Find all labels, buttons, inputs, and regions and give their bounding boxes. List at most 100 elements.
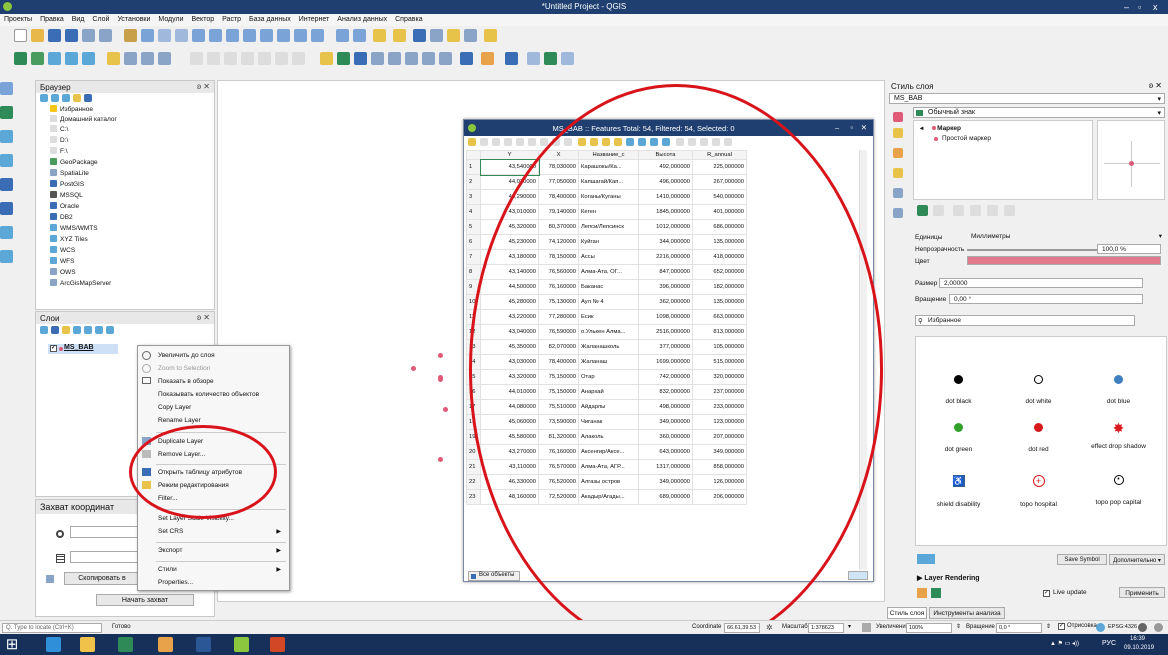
identify-icon[interactable] [336, 29, 349, 42]
save-as-icon[interactable] [65, 29, 78, 42]
layer-rendering-section[interactable]: ▶ Layer Rendering [917, 574, 980, 582]
column-header-y[interactable]: Y [480, 150, 539, 160]
menu-database[interactable]: База данных [245, 14, 295, 23]
close-button[interactable]: x [1153, 2, 1158, 12]
processing-icon[interactable] [561, 52, 574, 65]
word-icon[interactable] [196, 637, 211, 652]
row-number-cell[interactable]: 1 [466, 159, 481, 175]
add-spatialite-icon[interactable] [65, 52, 78, 65]
remove-symbol-layer-icon[interactable] [933, 205, 944, 216]
collapse-icon[interactable] [73, 94, 81, 102]
labels-tab-icon[interactable] [893, 128, 903, 138]
close-button[interactable]: ✕ [861, 123, 867, 132]
row-number-cell[interactable]: 3 [466, 189, 481, 205]
maximize-button[interactable]: ▫ [850, 123, 853, 132]
info-icon[interactable] [84, 94, 92, 102]
browser-item-ows[interactable]: OWS [50, 268, 76, 277]
log-icon[interactable] [1154, 623, 1163, 632]
topology-icon[interactable] [544, 52, 557, 65]
multi-edit-icon[interactable] [480, 138, 488, 146]
menu-set-crs[interactable]: Set CRS [158, 528, 183, 535]
save-symbol-button[interactable]: Save Symbol [1057, 554, 1107, 565]
lock-icon[interactable] [953, 205, 964, 216]
open-styling-icon[interactable] [40, 326, 48, 334]
row-number-cell[interactable]: 4 [466, 204, 481, 220]
view-switch-icon[interactable] [848, 571, 868, 580]
map-point[interactable] [411, 366, 416, 371]
delete-selected-icon[interactable] [207, 52, 220, 65]
add-wms-icon[interactable] [82, 52, 95, 65]
browser-item-spatialite[interactable]: SpatiaLite [50, 169, 89, 178]
copy-to-clipboard-button[interactable]: Скопировать в [64, 572, 140, 585]
messages-icon[interactable] [1138, 623, 1147, 632]
label-move-icon[interactable] [371, 52, 384, 65]
rotation-spinbox[interactable]: 0,0 ° [996, 623, 1042, 633]
add-virtual-icon[interactable] [0, 178, 13, 191]
print-layout-icon[interactable] [82, 29, 95, 42]
symbol-dot-red[interactable]: dot red [996, 423, 1081, 453]
plugin-icon[interactable] [481, 52, 494, 65]
browser-item-wcs[interactable]: WCS [50, 246, 75, 255]
deselect-icon[interactable] [393, 29, 406, 42]
add-postgis-icon[interactable] [48, 52, 61, 65]
label-show-icon[interactable] [354, 52, 367, 65]
manage-themes-icon[interactable] [62, 326, 70, 334]
undo-style-icon[interactable] [931, 588, 941, 598]
reload-icon[interactable] [504, 138, 512, 146]
history-tab-icon[interactable] [893, 208, 903, 218]
tab-processing-toolbox[interactable]: Инструменты анализа [929, 607, 1005, 619]
menu-web[interactable]: Интернет [295, 14, 334, 23]
map-point[interactable] [443, 407, 448, 412]
browser-item-home[interactable]: Домашний каталог [50, 115, 117, 124]
show-bookmarks-icon[interactable] [294, 29, 307, 42]
menu-layer[interactable]: Слой [88, 14, 113, 23]
delete-icon[interactable] [528, 138, 536, 146]
paste-icon[interactable] [258, 52, 271, 65]
attribute-table-icon[interactable] [413, 29, 426, 42]
label-diagram-icon[interactable] [422, 52, 435, 65]
copy-icon[interactable] [241, 52, 254, 65]
close-icon[interactable]: ʚ ✕ [197, 82, 210, 91]
pan-icon[interactable] [124, 29, 137, 42]
spinbox-arrows-icon[interactable]: ⇕ [1046, 623, 1054, 633]
symbol-topo-hospital[interactable]: + topo hospital [996, 475, 1081, 508]
rotation-spinbox[interactable]: 0,00 ° [949, 294, 1143, 304]
add-wfs-icon[interactable] [0, 202, 13, 215]
python-console-icon[interactable] [460, 52, 473, 65]
3d-tab-icon[interactable] [893, 188, 903, 198]
redo-icon[interactable] [292, 52, 305, 65]
clock-date[interactable]: 09.10.2019 [1124, 645, 1154, 651]
browser-item-postgis[interactable]: PostGIS [50, 180, 84, 189]
apply-button[interactable]: Применить [1119, 587, 1165, 598]
symbol-topo-pop-capital[interactable]: • topo pop capital [1076, 475, 1161, 506]
close-icon[interactable]: ʚ ✕ [197, 313, 210, 322]
duplicate-icon[interactable] [970, 205, 981, 216]
coordinate-toggle-icon[interactable]: ✲ [766, 623, 774, 632]
add-delimited-icon[interactable] [0, 106, 13, 119]
tree-simple-marker[interactable]: Простой маркер [932, 135, 991, 142]
layout-manager-icon[interactable] [99, 29, 112, 42]
browser-item-wfs[interactable]: WFS [50, 257, 74, 266]
browser-item-c[interactable]: C:\ [50, 125, 68, 134]
new-project-icon[interactable] [14, 29, 27, 42]
view-mode-icon[interactable] [917, 554, 935, 564]
pan-to-selection-icon[interactable] [141, 29, 154, 42]
layer-ms-bab[interactable]: ✓ MS_BAB [48, 344, 118, 354]
menu-help[interactable]: Справка [391, 14, 426, 23]
qgis-taskbar-icon[interactable] [234, 637, 249, 652]
cut-icon[interactable] [224, 52, 237, 65]
map-point[interactable] [438, 353, 443, 358]
menu-analysis[interactable]: Анализ данных [333, 14, 391, 23]
add-layer-icon[interactable] [0, 82, 13, 95]
add-raster-icon[interactable] [31, 52, 44, 65]
windows-start-icon[interactable]: ⊞ [4, 637, 20, 653]
add-wcs-icon[interactable] [0, 226, 13, 239]
tree-marker[interactable]: ◂ Маркер [920, 124, 961, 132]
row-number-cell[interactable]: 22 [466, 474, 481, 490]
add-vector-icon[interactable] [14, 52, 27, 65]
units-select[interactable]: Миллиметры ▾ [967, 232, 1165, 242]
style-manager-icon[interactable] [917, 588, 927, 598]
explorer-icon[interactable] [80, 637, 95, 652]
label-toggle-icon[interactable] [439, 52, 452, 65]
tray-icons[interactable]: ▲ ⚑ ▭ ◂)) [1050, 640, 1079, 647]
